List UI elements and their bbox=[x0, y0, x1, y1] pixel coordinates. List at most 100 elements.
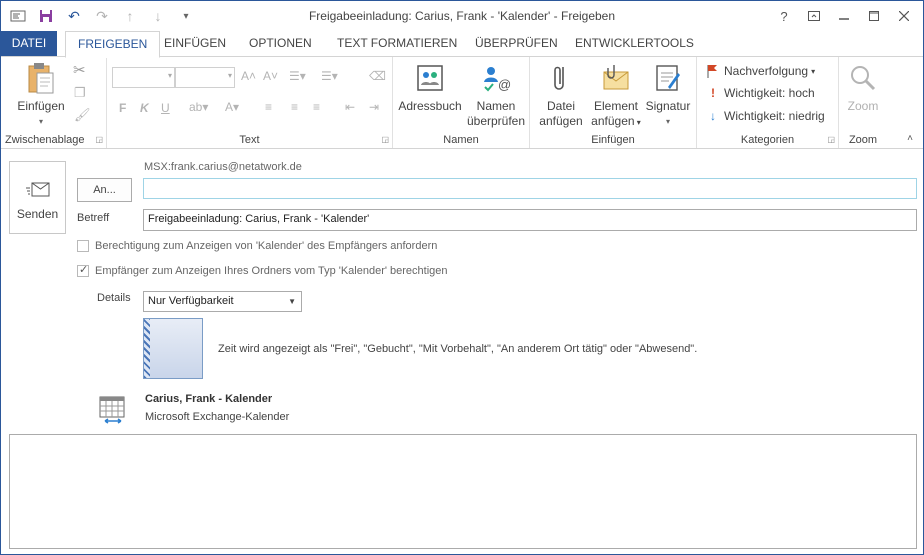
importance-low-button[interactable]: ↓ Wichtigkeit: niedrig bbox=[707, 105, 825, 127]
bold-icon[interactable]: F bbox=[119, 101, 126, 115]
copy-icon[interactable]: ❐ bbox=[74, 85, 86, 101]
close-icon[interactable] bbox=[889, 4, 919, 28]
restore-ribbon-icon[interactable] bbox=[799, 4, 829, 28]
allow-recipient-checkbox[interactable]: Empfänger zum Anzeigen Ihres Ordners vom… bbox=[77, 263, 448, 277]
shared-calendar-icon bbox=[99, 395, 127, 425]
details-label: Details bbox=[97, 292, 131, 304]
text-launcher-icon[interactable]: ◲ bbox=[381, 135, 389, 144]
followup-dropdown-icon: ▾ bbox=[811, 66, 816, 76]
magnifier-icon bbox=[846, 61, 880, 95]
clear-format-icon[interactable]: ⌫ bbox=[369, 69, 386, 83]
outdent-icon[interactable]: ⇤ bbox=[345, 100, 355, 114]
tab-datei[interactable]: DATEI bbox=[1, 31, 57, 57]
signature-icon bbox=[651, 61, 685, 95]
check-names-icon: @ bbox=[479, 61, 513, 95]
importance-low-label: Wichtigkeit: niedrig bbox=[724, 109, 825, 123]
minimize-icon[interactable] bbox=[829, 4, 859, 28]
bullets-icon[interactable]: ☰▾ bbox=[289, 69, 306, 83]
tab-einfuegen[interactable]: EINFÜGEN bbox=[152, 31, 238, 57]
importance-high-button[interactable]: ! Wichtigkeit: hoch bbox=[707, 82, 815, 104]
allow-recipient-box[interactable] bbox=[77, 263, 89, 277]
format-painter-icon[interactable]: 🖌 bbox=[74, 107, 91, 123]
align-left-icon[interactable]: ≡ bbox=[265, 100, 272, 114]
shrink-font-icon[interactable]: A˅ bbox=[263, 69, 278, 83]
send-button[interactable]: Senden bbox=[9, 161, 66, 234]
indent-icon[interactable]: ⇥ bbox=[369, 100, 379, 114]
zoom-group-label: Zoom bbox=[848, 134, 878, 146]
addressbook-label: Adressbuch bbox=[398, 99, 462, 113]
attach-file-label-2: anfügen bbox=[539, 114, 583, 128]
tags-group-label: Kategorien bbox=[740, 134, 795, 146]
group-clipboard: Einfügen ▾ ✂ ❐ 🖌 Zwischenablage ◲ bbox=[1, 57, 107, 148]
followup-label: Nachverfolgung bbox=[724, 64, 809, 78]
paste-label: Einfügen bbox=[17, 99, 65, 113]
clipboard-group-label: Zwischenablage bbox=[5, 134, 85, 146]
down-arrow-low-icon: ↓ bbox=[710, 109, 716, 123]
font-name-combo[interactable]: ▾ bbox=[112, 67, 175, 88]
from-account: MSX:frank.carius@netatwork.de bbox=[144, 161, 302, 173]
ribbon: Einfügen ▾ ✂ ❐ 🖌 Zwischenablage ◲ ▾ ▾ A˄… bbox=[1, 56, 923, 149]
signature-dropdown-icon: ▾ bbox=[665, 117, 670, 126]
send-icon bbox=[25, 182, 49, 197]
highlight-icon[interactable]: ab▾ bbox=[189, 100, 208, 114]
paste-dropdown-icon: ▾ bbox=[38, 117, 43, 126]
maximize-icon[interactable] bbox=[859, 4, 889, 28]
subject-field[interactable]: Freigabeeinladung: Carius, Frank - 'Kale… bbox=[143, 209, 917, 231]
tab-entwicklertools[interactable]: ENTWICKLERTOOLS bbox=[563, 31, 706, 57]
clipboard-launcher-icon[interactable]: ◲ bbox=[95, 135, 103, 144]
attach-item-button[interactable]: Element anfügen ▾ bbox=[588, 61, 644, 130]
tab-ueberpruefen[interactable]: ÜBERPRÜFEN bbox=[463, 31, 570, 57]
title-bar: ↶ ↷ ↑ ↓ ▾ Freigabeeinladung: Carius, Fra… bbox=[1, 1, 923, 31]
addressbook-button[interactable]: Adressbuch bbox=[397, 61, 463, 114]
paste-icon bbox=[24, 61, 58, 95]
attach-item-dropdown-icon: ▾ bbox=[634, 118, 641, 127]
send-label: Senden bbox=[16, 207, 59, 221]
details-dropdown-icon: ▼ bbox=[288, 297, 296, 306]
exclamation-icon: ! bbox=[711, 86, 715, 100]
help-button[interactable]: ? bbox=[769, 4, 799, 28]
group-insert: Datei anfügen Element anfügen ▾ Signatur… bbox=[530, 57, 697, 148]
tab-optionen[interactable]: OPTIONEN bbox=[237, 31, 324, 57]
align-right-icon[interactable]: ≡ bbox=[313, 100, 320, 114]
names-group-label: Namen bbox=[443, 134, 479, 146]
check-names-button[interactable]: @ Namen überprüfen bbox=[465, 61, 527, 129]
message-body[interactable] bbox=[9, 434, 917, 549]
zoom-button[interactable]: Zoom bbox=[841, 61, 885, 114]
tab-text-formatieren[interactable]: TEXT FORMATIEREN bbox=[325, 31, 469, 57]
check-names-label-2: überprüfen bbox=[466, 114, 526, 128]
zoom-label: Zoom bbox=[847, 99, 879, 113]
grow-font-icon[interactable]: A˄ bbox=[241, 69, 256, 83]
numbering-icon[interactable]: ☰▾ bbox=[321, 69, 338, 83]
paperclip-icon bbox=[544, 61, 578, 95]
availability-preview-image bbox=[143, 318, 203, 379]
addressbook-icon bbox=[413, 61, 447, 95]
font-size-combo[interactable]: ▾ bbox=[175, 67, 235, 88]
attach-item-label-1: Element bbox=[593, 99, 639, 113]
tab-freigeben[interactable]: FREIGEBEN bbox=[65, 31, 161, 58]
align-center-icon[interactable]: ≡ bbox=[291, 100, 298, 114]
flag-icon bbox=[707, 65, 717, 78]
tags-launcher-icon[interactable]: ◲ bbox=[827, 135, 835, 144]
check-names-label-1: Namen bbox=[476, 99, 516, 113]
ribbon-tabs: DATEI FREIGEBEN EINFÜGEN OPTIONEN TEXT F… bbox=[1, 31, 923, 58]
insert-group-label: Einfügen bbox=[591, 134, 635, 146]
to-field[interactable] bbox=[143, 178, 917, 199]
paste-button[interactable]: Einfügen ▾ bbox=[13, 61, 69, 129]
group-text: ▾ ▾ A˄ A˅ ☰▾ ☰▾ ⌫ F K U ab▾ A▾ ≡ ≡ ≡ ⇤ ⇥… bbox=[107, 57, 393, 148]
request-permission-box[interactable] bbox=[77, 240, 89, 252]
collapse-ribbon-icon[interactable]: ˄ bbox=[907, 133, 913, 144]
to-button[interactable]: An... bbox=[77, 178, 132, 202]
cut-icon[interactable]: ✂ bbox=[73, 61, 86, 79]
availability-description: Zeit wird angezeigt als "Frei", "Gebucht… bbox=[218, 343, 698, 355]
window: ↶ ↷ ↑ ↓ ▾ Freigabeeinladung: Carius, Fra… bbox=[0, 0, 924, 555]
followup-button[interactable]: Nachverfolgung ▾ bbox=[707, 60, 815, 82]
attach-file-button[interactable]: Datei anfügen bbox=[536, 61, 586, 129]
underline-icon[interactable]: U bbox=[161, 101, 170, 115]
subject-label: Betreff bbox=[77, 212, 110, 224]
details-select[interactable]: Nur Verfügbarkeit ▼ bbox=[143, 291, 302, 312]
importance-high-label: Wichtigkeit: hoch bbox=[724, 86, 815, 100]
request-permission-checkbox[interactable]: Berechtigung zum Anzeigen von 'Kalender'… bbox=[77, 240, 437, 252]
italic-icon[interactable]: K bbox=[140, 101, 149, 115]
signature-button[interactable]: Signatur ▾ bbox=[642, 61, 694, 129]
font-color-icon[interactable]: A▾ bbox=[225, 100, 239, 114]
